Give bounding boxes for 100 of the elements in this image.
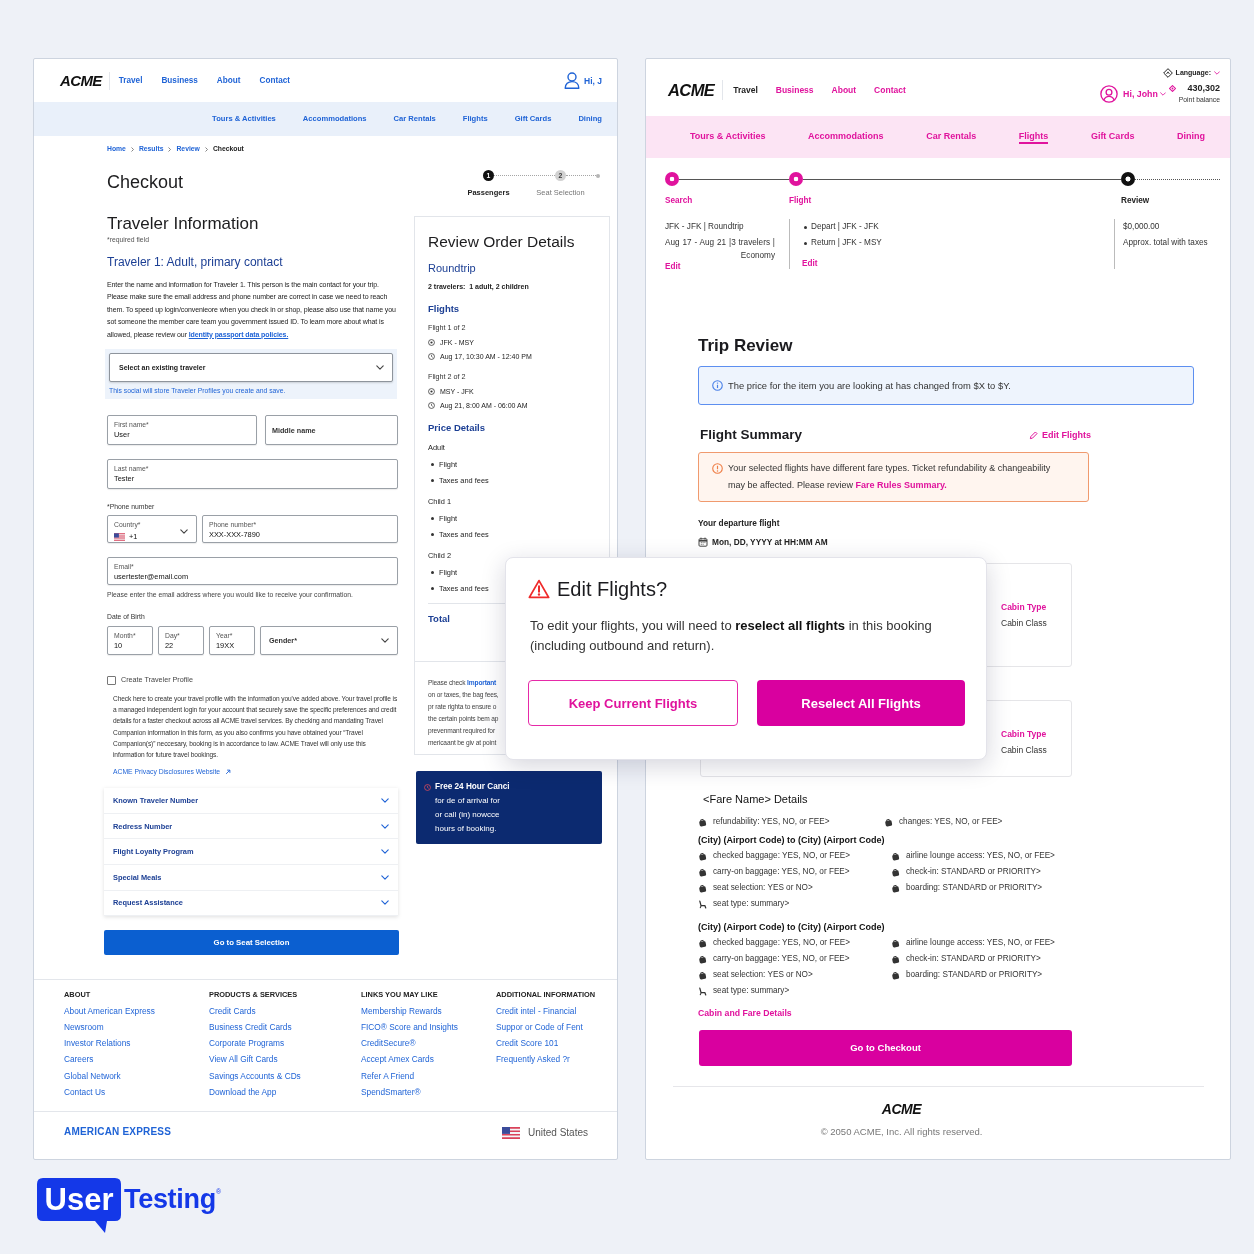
chevron-down-icon (1159, 91, 1166, 96)
suitcase-icon (698, 817, 707, 827)
dialog-text: To edit your flights, you will need to reselect all flights in this booking (including outbound and return). (530, 617, 933, 655)
footer-link[interactable]: Contact Us (64, 1083, 106, 1100)
fare-feature-text: check-in: STANDARD or PRIORITY> (906, 866, 1041, 878)
footer-link[interactable]: SpendSmarter® (361, 1083, 421, 1100)
category-tab[interactable]: Accommodations (808, 130, 884, 144)
route-heading: (City) (Airport Code) to (City) (Airport Code) (698, 921, 886, 933)
chevron-right-icon (130, 146, 134, 152)
cabin-fare-link[interactable]: Cabin and Fare Details (698, 1008, 792, 1018)
account-menu[interactable]: Hi, John (1123, 88, 1166, 99)
traveler-heading: Traveler 1: Adult, primary contact (107, 255, 284, 269)
category-tab[interactable]: Tours & Activities (690, 130, 766, 144)
bullet-icon (431, 570, 434, 574)
nav-link[interactable]: Travel (118, 75, 143, 86)
diamond-icon (1162, 68, 1173, 78)
category-tab[interactable]: Flights (1018, 130, 1049, 144)
copyright-text: © 2050 ACME, Inc. All rights reserved. (819, 1126, 984, 1137)
footer-link[interactable]: Investor Relations (64, 1035, 131, 1052)
footer-link[interactable]: Frequently Asked ?r (496, 1051, 570, 1068)
page-title: Trip Review (698, 336, 793, 356)
info-icon (712, 380, 723, 391)
alert-text: Your selected flights have different fare types. Ticket refundability & changeability may be affected. Please review Fare Rules Summary. (728, 462, 1052, 492)
card-title: Review Order Details (428, 233, 576, 251)
footer-link[interactable]: Business Credit Cards (209, 1019, 292, 1036)
nav-link[interactable]: Business (775, 85, 814, 95)
category-tab[interactable]: Dining (1176, 130, 1205, 144)
dialog-button[interactable]: Reselect All Flights (757, 680, 965, 726)
user-icon[interactable] (564, 72, 581, 89)
step-end-marker (596, 173, 600, 178)
site-logo[interactable]: ACME (668, 80, 724, 100)
user-icon[interactable] (1100, 84, 1119, 103)
footer-link[interactable]: Refer A Friend (361, 1067, 415, 1084)
footer-link[interactable]: About American Express (64, 1002, 155, 1019)
step-label: Review (1121, 196, 1150, 206)
nav-link[interactable]: Travel (733, 85, 758, 95)
clock-icon (428, 402, 435, 409)
footer-link[interactable]: Membership Rewards (361, 1002, 442, 1019)
nav-link[interactable]: Contact (259, 75, 290, 86)
fare-feature-text: refundability: YES, NO, or FEE> (713, 816, 830, 828)
footer-link[interactable]: Careers (64, 1051, 94, 1068)
category-tab[interactable]: Car Rentals (926, 130, 977, 144)
footer-link[interactable]: Global Network (64, 1067, 121, 1084)
footer-link[interactable]: Corporate Programs (209, 1035, 285, 1052)
banner-text: for de of arrival for or call (in) nowcce hours of booking. (435, 795, 501, 835)
alert-text: The price for the item you are looking at has changed from $X to $Y. (728, 380, 1011, 391)
suitcase-icon (891, 970, 900, 980)
nav-link[interactable]: Contact (874, 85, 906, 95)
footer-link[interactable]: FICO® Score and Insights (361, 1019, 458, 1036)
chevron-down-icon (180, 528, 188, 534)
country-selector[interactable]: United States (501, 1127, 588, 1139)
pencil-icon (1029, 430, 1038, 440)
summary-text: Depart | JFK - JFK (811, 221, 879, 233)
footer-link[interactable]: Credit intel - Financial (496, 1002, 577, 1019)
checkbox[interactable] (107, 675, 116, 685)
footer-link[interactable]: Accept Amex Cards (361, 1051, 434, 1068)
fare-title: <Fare Name> Details (703, 793, 808, 806)
exclamation-icon (712, 463, 723, 474)
brand-logo-text: Testing (124, 1183, 216, 1216)
account-link[interactable]: Hi, J (584, 75, 602, 86)
fare-rules-link[interactable]: Fare Rules Summary. (855, 480, 947, 490)
footer-link[interactable]: Credit Score 101 (496, 1035, 559, 1052)
dialog-button[interactable]: Keep Current Flights (528, 680, 738, 726)
summary-text: JFK - JFK | Roundtrip (665, 221, 745, 233)
footer-link[interactable]: Newsroom (64, 1019, 104, 1036)
subsection-heading: Flights (428, 303, 461, 315)
flag-icon (114, 532, 125, 541)
edit-link[interactable]: Edit (802, 259, 818, 269)
fare-feature-text: seat type: summary> (713, 985, 790, 997)
footer-link[interactable]: CreditSecure® (361, 1035, 416, 1052)
bullet-icon (431, 586, 434, 590)
chevron-right-icon (204, 146, 208, 152)
summary-text: Aug 17 - Aug 21 |3 travelers | Economy (665, 237, 775, 262)
footer-link[interactable]: Credit Cards (209, 1002, 256, 1019)
summary-text: Approx. total with taxes (1123, 237, 1209, 249)
footer-link[interactable]: Download the App (209, 1083, 277, 1100)
bullet-icon (431, 462, 434, 466)
site-logo[interactable]: ACME (60, 71, 110, 90)
suitcase-icon (698, 851, 707, 861)
footer-link[interactable]: View All Gift Cards (209, 1051, 278, 1068)
nav-link[interactable]: About (831, 85, 857, 95)
footer-link[interactable]: Savings Accounts & CDs (209, 1067, 301, 1084)
footer-link[interactable]: Suppor or Code of Fent (496, 1019, 583, 1036)
edit-link[interactable]: Edit (665, 262, 681, 272)
dialog-title: Edit Flights? (557, 578, 668, 600)
checkout-button[interactable]: Go to Checkout (699, 1030, 1072, 1066)
category-tab[interactable]: Gift Cards (1090, 130, 1135, 144)
nav-link[interactable]: Business (161, 75, 198, 86)
summary-text: $0,000.00 (1123, 221, 1161, 233)
summary-text: Return | JFK - MSY (811, 237, 882, 249)
suitcase-icon (884, 817, 893, 827)
edit-flights-link[interactable]: Edit Flights (1029, 430, 1091, 440)
bullet-icon (804, 225, 807, 229)
departure-label: Your departure flight (698, 518, 780, 528)
fare-feature-text: carry-on baggage: YES, NO, or FEE> (713, 866, 850, 878)
suitcase-icon (698, 954, 707, 964)
suitcase-icon (891, 938, 900, 948)
fare-feature-text: boarding: STANDARD or PRIORITY> (906, 969, 1043, 981)
nav-link[interactable]: About (216, 75, 241, 86)
fare-feature-text: check-in: STANDARD or PRIORITY> (906, 953, 1041, 965)
